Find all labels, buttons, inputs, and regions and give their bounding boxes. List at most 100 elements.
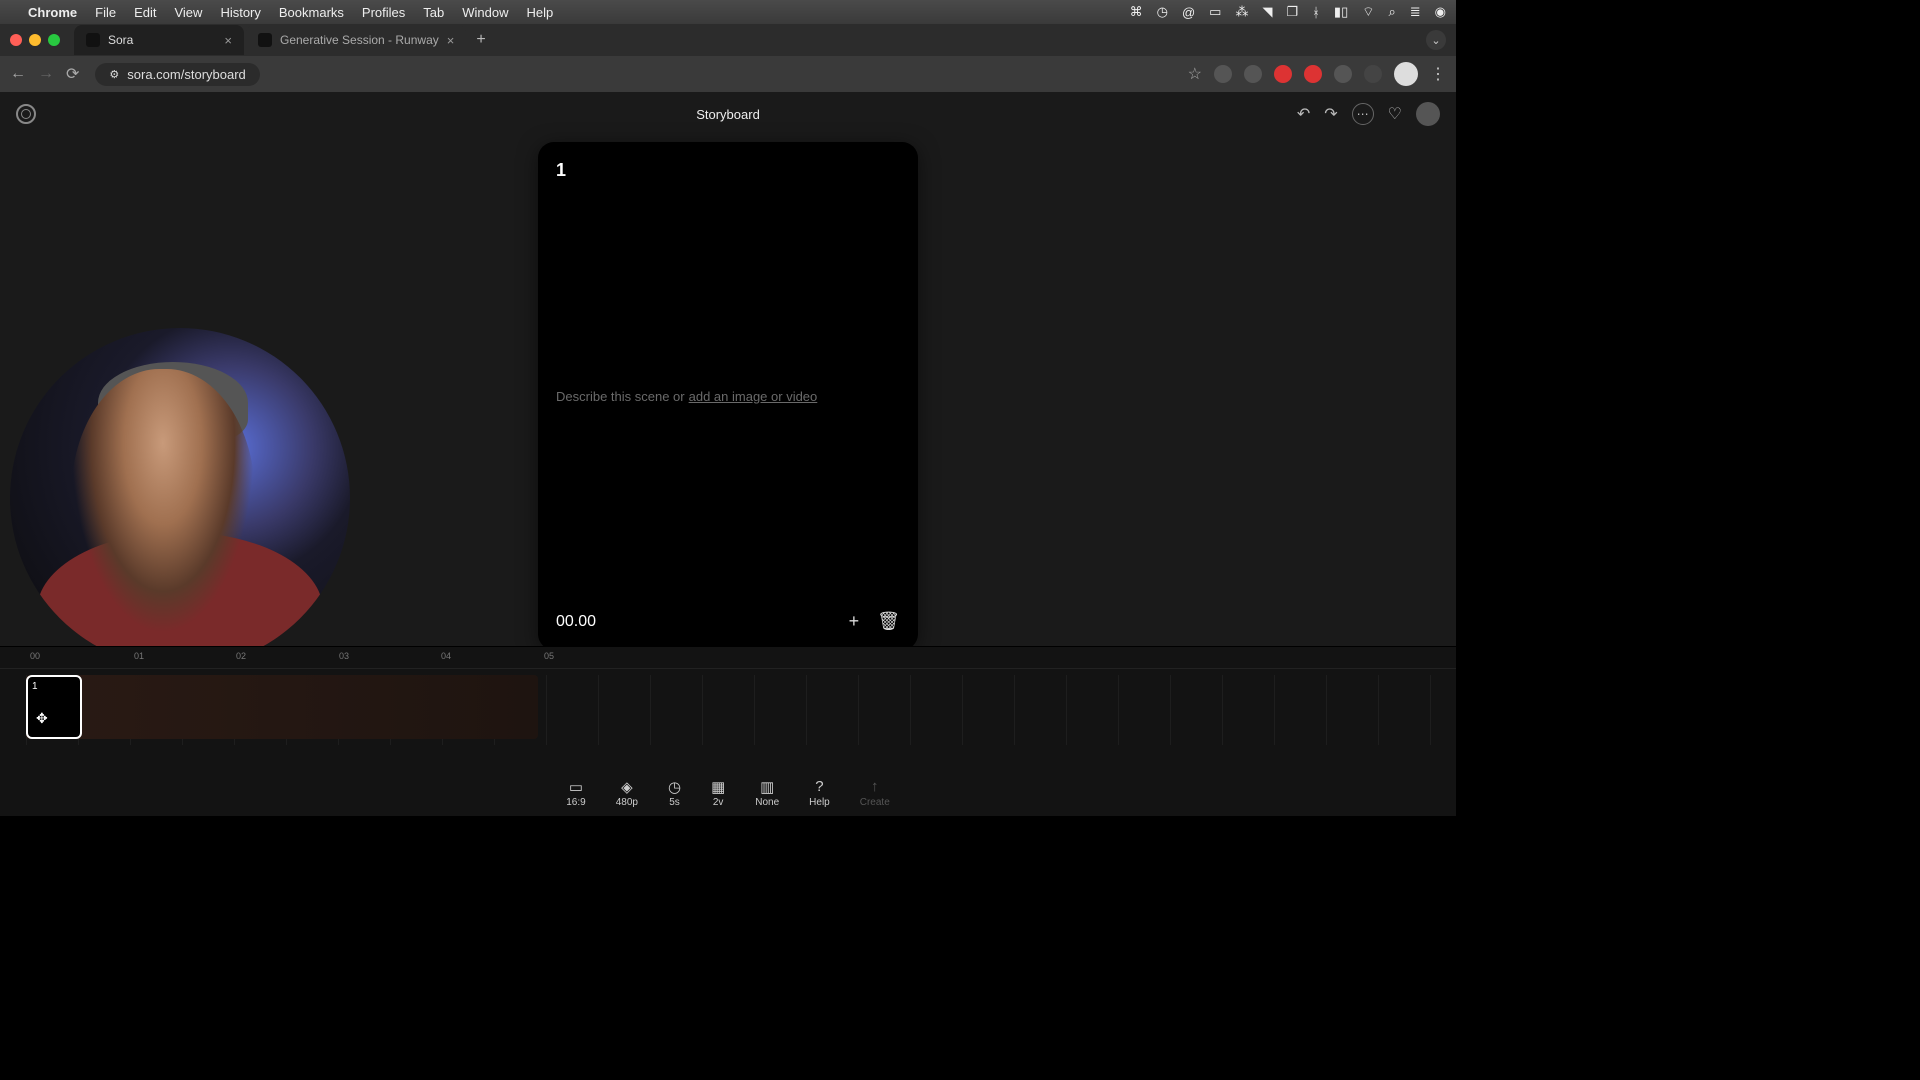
create-icon: ↑ — [871, 779, 879, 795]
menu-bookmarks[interactable]: Bookmarks — [279, 5, 344, 20]
search-icon[interactable]: ⌕ — [1388, 4, 1395, 20]
tool-label: 5s — [669, 797, 680, 808]
reload-button[interactable]: ⟳ — [66, 64, 79, 84]
style-button[interactable]: ▥ None — [755, 779, 779, 808]
style-icon: ▥ — [760, 779, 774, 795]
extension-icon[interactable] — [1274, 65, 1292, 83]
control-center-icon[interactable]: ≣ — [1410, 4, 1421, 20]
ruler-tick: 04 — [441, 651, 451, 661]
variations-icon: ▦ — [711, 779, 725, 795]
chrome-toolbar: ← → ⟳ ⚙ sora.com/storyboard ☆ ⋮ — [0, 56, 1456, 92]
redo-button[interactable]: ↷ — [1324, 104, 1337, 124]
tab-title: Generative Session - Runway — [280, 33, 439, 47]
window-icon[interactable]: ❐ — [1286, 4, 1298, 20]
minimize-window-button[interactable] — [29, 34, 41, 46]
menu-edit[interactable]: Edit — [134, 5, 156, 20]
timeline-ruler[interactable]: 00 01 02 03 04 05 — [0, 647, 1456, 669]
status-icon[interactable]: @ — [1182, 5, 1195, 20]
menubar-app-name[interactable]: Chrome — [28, 5, 77, 20]
sora-app: Storyboard ↶ ↷ ⋯ ♡ 1 Describe this scene… — [0, 92, 1456, 816]
create-button[interactable]: ↑ Create — [860, 779, 890, 808]
add-card-button[interactable]: + — [849, 611, 860, 632]
extension-icon[interactable] — [1214, 65, 1232, 83]
ruler-tick: 03 — [339, 651, 349, 661]
timeline-clip[interactable]: 1 — [26, 675, 82, 739]
back-button[interactable]: ← — [10, 65, 26, 83]
ruler-tick: 00 — [30, 651, 40, 661]
battery-icon[interactable]: ▮▯ — [1334, 4, 1348, 20]
webcam-overlay — [10, 328, 350, 668]
menu-view[interactable]: View — [174, 5, 202, 20]
tab-runway[interactable]: Generative Session - Runway × — [246, 25, 466, 55]
siri-icon[interactable]: ◉ — [1435, 4, 1446, 20]
new-tab-button[interactable]: + — [476, 31, 485, 49]
tab-overflow-button[interactable]: ⌄ — [1426, 30, 1446, 50]
help-button[interactable]: ? Help — [809, 779, 830, 808]
chrome-menu-icon[interactable]: ⋮ — [1430, 64, 1446, 84]
user-avatar[interactable] — [1416, 102, 1440, 126]
undo-button[interactable]: ↶ — [1297, 104, 1310, 124]
close-tab-icon[interactable]: × — [447, 33, 455, 48]
close-window-button[interactable] — [10, 34, 22, 46]
tool-label: 2v — [713, 797, 724, 808]
notifications-icon[interactable]: ♡ — [1388, 104, 1402, 124]
site-info-icon[interactable]: ⚙ — [109, 68, 119, 81]
tool-label: None — [755, 797, 779, 808]
menu-file[interactable]: File — [95, 5, 116, 20]
maximize-window-button[interactable] — [48, 34, 60, 46]
menu-tab[interactable]: Tab — [423, 5, 444, 20]
clock-icon[interactable]: ◷ — [1157, 4, 1168, 20]
wifi-icon[interactable]: ⌔ — [1362, 4, 1374, 20]
delete-card-button[interactable]: 🗑 — [877, 611, 900, 632]
display-icon[interactable]: ▭ — [1209, 4, 1221, 20]
menu-history[interactable]: History — [220, 5, 260, 20]
extensions-menu-icon[interactable] — [1364, 65, 1382, 83]
forward-button[interactable]: → — [38, 65, 54, 83]
status-icon[interactable]: ⁂ — [1235, 4, 1248, 20]
duration-icon: ◷ — [668, 779, 681, 795]
aspect-ratio-button[interactable]: ▭ 16:9 — [566, 779, 585, 808]
aspect-icon: ▭ — [569, 779, 583, 795]
tool-label: Help — [809, 797, 830, 808]
resolution-button[interactable]: ◈ 480p — [616, 779, 638, 808]
prompt-placeholder-text: Describe this scene or — [556, 389, 685, 404]
cursor-icon[interactable]: ◥ — [1262, 4, 1272, 20]
timeline-clip-region[interactable] — [26, 675, 538, 739]
menu-profiles[interactable]: Profiles — [362, 5, 405, 20]
tool-label: 16:9 — [566, 797, 585, 808]
more-menu-icon[interactable]: ⋯ — [1352, 103, 1374, 125]
add-media-link[interactable]: add an image or video — [689, 389, 818, 404]
extension-icon[interactable] — [1334, 65, 1352, 83]
menu-window[interactable]: Window — [462, 5, 508, 20]
extension-icon[interactable] — [1244, 65, 1262, 83]
menu-help[interactable]: Help — [527, 5, 554, 20]
page-title: Storyboard — [696, 107, 760, 122]
scene-prompt-input[interactable]: Describe this scene or add an image or v… — [556, 181, 900, 611]
menubar-status-icons: ⌘ ◷ @ ▭ ⁂ ◥ ❐ ᚼ ▮▯ ⌔ ⌕ ≣ ◉ — [1130, 4, 1446, 20]
generation-toolbar: ▭ 16:9 ◈ 480p ◷ 5s ▦ 2v ▥ None ? Help ↑ … — [0, 770, 1456, 816]
bookmark-star-icon[interactable]: ☆ — [1188, 64, 1202, 84]
favicon-icon — [258, 33, 272, 47]
timeline-track[interactable]: 1 — [0, 675, 1456, 745]
duration-button[interactable]: ◷ 5s — [668, 779, 681, 808]
extension-icon[interactable] — [1304, 65, 1322, 83]
storyboard-card[interactable]: 1 Describe this scene or add an image or… — [538, 142, 918, 650]
bluetooth-icon[interactable]: ᚼ — [1312, 5, 1320, 20]
tool-label: 480p — [616, 797, 638, 808]
macos-menubar: Chrome File Edit View History Bookmarks … — [0, 0, 1456, 24]
variations-button[interactable]: ▦ 2v — [711, 779, 725, 808]
resolution-icon: ◈ — [621, 779, 633, 795]
extensions-area — [1214, 65, 1382, 83]
tab-sora[interactable]: Sora × — [74, 25, 244, 55]
tab-title: Sora — [108, 33, 133, 47]
tool-label: Create — [860, 797, 890, 808]
ruler-tick: 01 — [134, 651, 144, 661]
ruler-tick: 05 — [544, 651, 554, 661]
profile-avatar[interactable] — [1394, 62, 1418, 86]
status-icon[interactable]: ⌘ — [1130, 4, 1143, 20]
ruler-tick: 02 — [236, 651, 246, 661]
openai-logo-icon[interactable] — [16, 104, 36, 124]
timeline-panel: 00 01 02 03 04 05 1 — [0, 646, 1456, 770]
close-tab-icon[interactable]: × — [224, 33, 232, 48]
address-bar[interactable]: ⚙ sora.com/storyboard — [95, 63, 259, 86]
